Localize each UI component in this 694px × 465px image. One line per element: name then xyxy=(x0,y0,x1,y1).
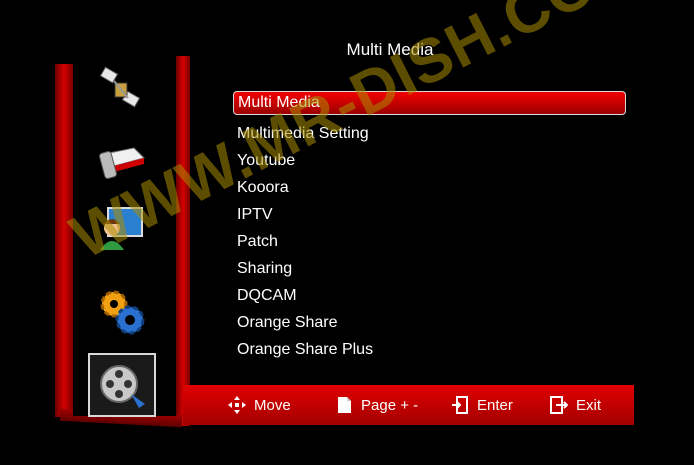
hint-exit: Exit xyxy=(550,385,601,425)
menu-item-orange-share-plus[interactable]: Orange Share Plus xyxy=(233,336,626,363)
sidebar-item-installation[interactable] xyxy=(88,60,154,122)
hint-enter: Enter xyxy=(451,385,513,425)
sidebar-frame-left xyxy=(55,64,73,417)
satellite-icon xyxy=(99,66,141,108)
hint-page-label: Page + - xyxy=(361,396,419,414)
gears-icon xyxy=(100,290,145,335)
hint-move-label: Move xyxy=(254,396,291,414)
film-reel-icon xyxy=(100,365,145,408)
menu-item-patch[interactable]: Patch xyxy=(233,228,626,255)
enter-icon xyxy=(452,396,468,414)
exit-icon xyxy=(550,396,568,414)
menu-item-kooora[interactable]: Kooora xyxy=(233,174,626,201)
hint-page: Page + - xyxy=(335,385,418,425)
sidebar-item-settings[interactable] xyxy=(88,280,154,342)
hint-exit-label: Exit xyxy=(576,396,602,414)
hint-enter-label: Enter xyxy=(477,396,513,414)
page-icon xyxy=(338,397,351,413)
menu-item-orange-share[interactable]: Orange Share xyxy=(233,309,626,336)
sidebar-item-multimedia[interactable] xyxy=(88,353,156,417)
menu-item-dqcam[interactable]: DQCAM xyxy=(233,282,626,309)
sidebar-frame-right xyxy=(176,56,190,426)
footer-bar: Move Page + - Enter Exit xyxy=(183,385,634,425)
hint-move: Move xyxy=(228,385,291,425)
menu-item-sharing[interactable]: Sharing xyxy=(233,255,626,282)
move-arrows-icon xyxy=(228,396,246,414)
menu-item-iptv[interactable]: IPTV xyxy=(233,201,626,228)
